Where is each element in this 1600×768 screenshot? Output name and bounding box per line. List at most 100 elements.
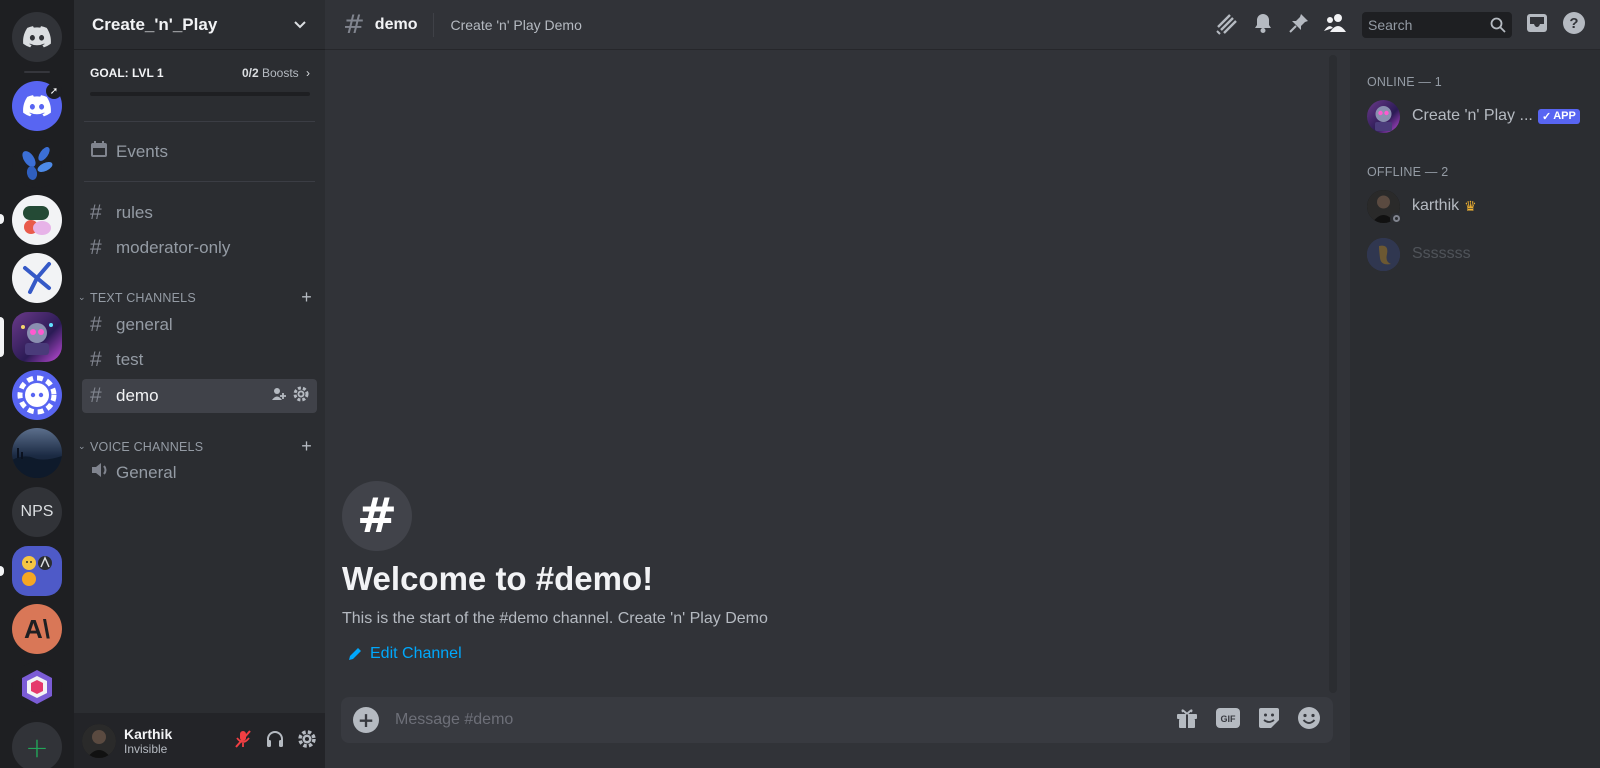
- ai-icon: A\: [24, 613, 50, 644]
- events-item[interactable]: Events: [82, 135, 317, 169]
- channel-label: moderator-only: [116, 238, 231, 257]
- chevron-down-icon: ⌄: [78, 292, 86, 302]
- rail-separator: [24, 71, 50, 73]
- app-badge: ✓ APP: [1538, 108, 1580, 124]
- member-name: Sssssss: [1412, 245, 1471, 262]
- user-panel: Karthik Invisible: [74, 713, 325, 768]
- category-label: VOICE CHANNELS: [90, 439, 204, 454]
- divider: [84, 181, 315, 182]
- unread-indicator: [0, 566, 4, 576]
- channel-header: # demo Create 'n' Play Demo Search ?: [325, 0, 1600, 50]
- hash-icon: #: [90, 313, 102, 336]
- member-karthik[interactable]: karthik ♛: [1367, 186, 1592, 226]
- pin-icon[interactable]: [1288, 12, 1310, 38]
- gift-icon[interactable]: [1175, 706, 1199, 734]
- server-leaf[interactable]: [12, 138, 62, 188]
- mic-muted-icon[interactable]: [233, 729, 253, 753]
- home-button[interactable]: [12, 12, 62, 62]
- hash-lock-icon: #: [90, 236, 102, 259]
- selected-indicator: [0, 317, 4, 357]
- server-rail: ➚ NPS A\ +: [0, 0, 74, 768]
- notification-bell-icon[interactable]: [1252, 12, 1274, 38]
- server-landscape[interactable]: [12, 428, 62, 478]
- member-list-icon[interactable]: [1324, 12, 1348, 38]
- chevron-right-icon: ›: [306, 66, 310, 80]
- hash-icon: #: [90, 384, 102, 407]
- channel-demo[interactable]: # demo: [82, 379, 317, 413]
- boost-progress-bar: [90, 92, 310, 96]
- edit-channel-label: Edit Channel: [370, 645, 462, 662]
- server-gear-discord[interactable]: [12, 370, 62, 420]
- online-header: ONLINE — 1: [1367, 75, 1442, 89]
- y-icon: [23, 262, 51, 294]
- channel-general[interactable]: # general: [82, 308, 317, 342]
- server-anthropic[interactable]: A\: [12, 604, 62, 654]
- message-composer: + GIF: [341, 697, 1333, 743]
- divider: [433, 12, 435, 37]
- scrollbar[interactable]: [1329, 55, 1337, 693]
- boost-goal[interactable]: GOAL: LVL 1 0/2 Boosts ›: [90, 66, 310, 96]
- settings-gear-icon[interactable]: [293, 386, 309, 406]
- guild-name: Create_'n'_Play: [92, 14, 218, 34]
- server-nps[interactable]: NPS: [12, 487, 62, 537]
- discord-logo-icon: [23, 26, 51, 48]
- add-server-button[interactable]: +: [12, 722, 62, 768]
- edit-channel-link[interactable]: Edit Channel: [348, 645, 462, 663]
- voice-channel-general[interactable]: General: [82, 456, 317, 490]
- user-name: Karthik: [124, 725, 173, 742]
- attach-plus-icon[interactable]: +: [353, 707, 379, 733]
- hash-icon: #: [90, 201, 102, 224]
- channel-title: demo: [374, 15, 418, 33]
- member-sssssss[interactable]: Sssssss: [1367, 234, 1592, 274]
- emoji-icon[interactable]: [1297, 706, 1321, 734]
- server-pill[interactable]: [12, 195, 62, 245]
- events-label: Events: [116, 142, 168, 161]
- discord-logo-icon: [23, 95, 51, 117]
- channel-label: General: [116, 463, 177, 482]
- server-create-n-play[interactable]: [12, 312, 62, 362]
- offline-header: OFFLINE — 2: [1367, 165, 1449, 179]
- welcome-subtitle: This is the start of the #demo channel. …: [342, 610, 768, 627]
- folder-icon: [22, 556, 52, 586]
- invite-icon[interactable]: [271, 386, 287, 406]
- category-text-channels[interactable]: ⌄ TEXT CHANNELS +: [78, 287, 318, 308]
- calendar-icon: [90, 140, 116, 164]
- app-badge-label: APP: [1553, 110, 1576, 122]
- user-settings-gear-icon[interactable]: [297, 729, 317, 753]
- channel-moderator-only[interactable]: # moderator-only: [82, 231, 317, 265]
- message-input[interactable]: [395, 711, 1175, 729]
- create-channel-plus-icon[interactable]: +: [301, 436, 318, 457]
- sticker-icon[interactable]: [1257, 706, 1281, 734]
- chevron-down-icon: [294, 20, 306, 28]
- member-name: karthik: [1412, 197, 1460, 214]
- server-y[interactable]: [12, 253, 62, 303]
- member-name: Create 'n' Play ...: [1412, 107, 1532, 124]
- boost-count-suffix: Boosts: [261, 66, 299, 80]
- channel-test[interactable]: # test: [82, 343, 317, 377]
- check-icon: ✓: [1542, 110, 1552, 123]
- server-nps-label: NPS: [20, 503, 54, 520]
- member-create-n-play-bot[interactable]: Create 'n' Play ... ✓ APP: [1367, 96, 1592, 136]
- channel-label: general: [116, 315, 173, 334]
- server-folder[interactable]: [12, 546, 62, 596]
- help-icon[interactable]: ?: [1562, 11, 1586, 39]
- hash-icon: #: [343, 9, 365, 40]
- headphones-icon[interactable]: [265, 729, 285, 753]
- inbox-icon[interactable]: [1526, 12, 1548, 38]
- category-voice-channels[interactable]: ⌄ VOICE CHANNELS +: [78, 436, 318, 457]
- gif-icon[interactable]: GIF: [1215, 707, 1241, 733]
- server-q[interactable]: [12, 662, 62, 712]
- crown-icon: ♛: [1464, 197, 1477, 214]
- avatar[interactable]: [82, 723, 116, 758]
- search-input[interactable]: Search: [1362, 12, 1512, 38]
- rocket-icon: ➚: [46, 83, 62, 99]
- boost-count: 0/2 Boosts ›: [242, 66, 310, 80]
- create-channel-plus-icon[interactable]: +: [301, 287, 318, 308]
- channel-rules[interactable]: # rules: [82, 196, 317, 230]
- channel-sidebar: Create_'n'_Play GOAL: LVL 1 0/2 Boosts ›…: [74, 0, 325, 768]
- channel-topic[interactable]: Create 'n' Play Demo: [450, 17, 581, 33]
- guild-header[interactable]: Create_'n'_Play: [74, 0, 325, 50]
- threads-icon[interactable]: [1214, 11, 1238, 39]
- user-info[interactable]: Karthik Invisible: [124, 726, 172, 756]
- svg-text:GIF: GIF: [1221, 714, 1237, 724]
